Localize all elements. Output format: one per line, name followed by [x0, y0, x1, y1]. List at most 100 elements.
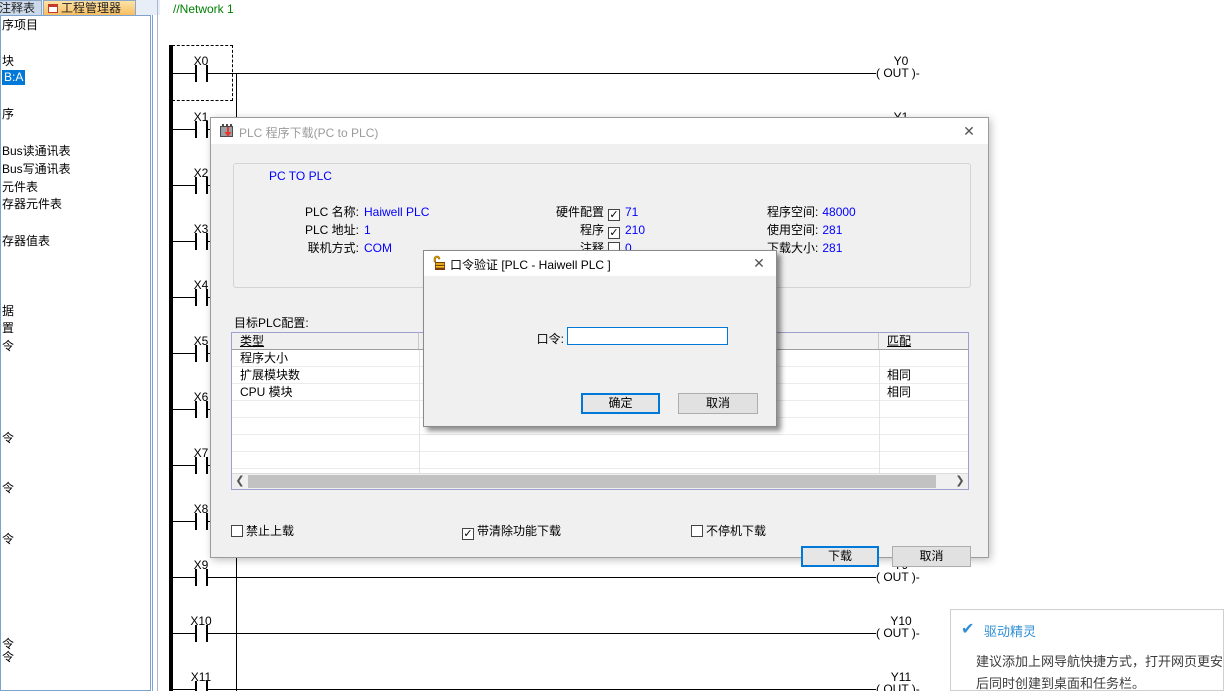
driver-genius-logo-icon: ✔	[961, 619, 974, 639]
download-option[interactable]: 不停机下载	[691, 523, 766, 539]
field-value: Haiwell PLC	[364, 205, 429, 219]
checkbox-checked[interactable]: ✓	[608, 227, 620, 239]
contact-label[interactable]: X10	[181, 614, 221, 628]
tree-item[interactable]: 置	[2, 321, 14, 336]
field-label: 使用空间:	[767, 223, 818, 237]
tree-item[interactable]: 令	[2, 650, 14, 665]
contact-gap	[197, 575, 206, 580]
tree-item[interactable]: 块	[2, 54, 14, 69]
check-label: 程序	[461, 222, 604, 238]
groupbox-label: PC TO PLC	[266, 169, 335, 183]
cell-match: 相同	[879, 367, 968, 383]
scroll-right-icon[interactable]: ❯	[952, 474, 968, 489]
password-dialog-body: 口令: 确定 取消	[424, 276, 776, 426]
notification-text-line1: 建议添加上网导航快捷方式，打开网页更安全快	[976, 651, 1224, 670]
plc-info-row: 联机方式: COM	[281, 240, 392, 256]
rung-wire	[173, 577, 876, 578]
tree-item[interactable]: 令	[2, 339, 14, 354]
panel-splitter[interactable]	[157, 0, 158, 691]
tree-item[interactable]: 序项目	[2, 18, 38, 33]
download-dialog-icon	[219, 123, 235, 139]
panel-border	[152, 15, 153, 691]
coil-out-symbol[interactable]: ( OUT )-	[876, 66, 930, 80]
coil-out-symbol[interactable]: ( OUT )-	[876, 626, 930, 640]
tree-item[interactable]: 令	[2, 532, 14, 547]
close-icon[interactable]: ✕	[958, 122, 980, 140]
contact-label[interactable]: X0	[181, 54, 221, 68]
cell-match	[879, 452, 968, 468]
download-dialog-titlebar[interactable]: PLC 程序下载(PC to PLC) ✕	[211, 118, 988, 144]
contact-gap	[197, 519, 206, 524]
tree-item[interactable]: 令	[2, 431, 14, 446]
contact-gap	[197, 351, 206, 356]
space-info-row: 使用空间:281	[767, 222, 842, 238]
field-label: PLC 地址:	[281, 222, 359, 238]
checkbox-unchecked[interactable]	[231, 525, 243, 537]
contact-label[interactable]: X9	[181, 558, 221, 572]
ok-button[interactable]: 确定	[581, 393, 660, 414]
field-value: 48000	[822, 205, 855, 219]
password-input[interactable]	[567, 327, 728, 345]
download-option[interactable]: 禁止上载	[231, 523, 294, 539]
scrollbar-thumb[interactable]	[248, 475, 936, 488]
checkbox-checked[interactable]: ✓	[462, 528, 474, 540]
tree-item[interactable]: 元件表	[2, 180, 38, 195]
contact-gap	[197, 463, 206, 468]
cancel-button[interactable]: 取消	[678, 393, 758, 414]
download-cancel-button[interactable]: 取消	[892, 546, 971, 567]
cell-match: 相同	[879, 384, 968, 400]
cell-type: 程序大小	[232, 350, 419, 366]
column-header-type[interactable]: 类型	[232, 333, 419, 349]
password-label: 口令:	[504, 330, 564, 347]
table-row[interactable]	[232, 452, 968, 469]
tree-item[interactable]: 存器值表	[2, 234, 50, 249]
field-label: PLC 名称:	[281, 204, 359, 220]
field-value: COM	[364, 241, 392, 255]
contact-gap	[197, 407, 206, 412]
plc-info-row: PLC 地址:1	[281, 222, 371, 238]
tree-item[interactable]: Bus读通讯表	[2, 144, 71, 159]
contact-gap	[197, 631, 206, 636]
tree-item[interactable]: 序	[2, 107, 14, 122]
cell-type: CPU 模块	[232, 384, 419, 400]
tab-comment-table[interactable]: 注释表	[0, 0, 42, 15]
cell-match	[879, 401, 968, 417]
plc-info-row: PLC 名称: Haiwell PLC	[281, 204, 429, 220]
horizontal-scrollbar[interactable]: ❮ ❯	[232, 473, 968, 489]
download-option[interactable]: ✓带清除功能下载	[462, 523, 561, 539]
table-row[interactable]	[232, 435, 968, 452]
contact-gap	[197, 183, 206, 188]
driver-genius-notification[interactable]: ✔ 驱动精灵 建议添加上网导航快捷方式，打开网页更安全快 后同时创建到桌面和任务…	[950, 609, 1224, 691]
tree-item[interactable]: Bus写通讯表	[2, 162, 71, 177]
cell-match	[879, 418, 968, 434]
network-comment: //Network 1	[173, 2, 234, 16]
tree-item[interactable]: 令	[2, 481, 14, 496]
checkbox-unchecked[interactable]	[691, 525, 703, 537]
tab-project-manager[interactable]: 工程管理器	[43, 0, 136, 15]
sidebar-tabbar: 注释表 工程管理器	[0, 0, 160, 15]
field-label: 联机方式:	[281, 240, 359, 256]
column-header-match[interactable]: 匹配	[879, 333, 968, 349]
check-value: 71	[625, 205, 638, 219]
notification-text-line2: 后同时创建到桌面和任务栏。	[976, 673, 1145, 691]
tree-item[interactable]: 存器元件表	[2, 197, 62, 212]
download-button[interactable]: 下载	[801, 546, 879, 567]
rung-wire	[173, 689, 876, 690]
coil-out-symbol[interactable]: ( OUT )-	[876, 570, 930, 584]
contact-label[interactable]: X11	[181, 670, 221, 684]
option-label: 不停机下载	[706, 524, 766, 538]
close-icon[interactable]: ✕	[748, 254, 770, 272]
download-dialog-title: PLC 程序下载(PC to PLC)	[239, 124, 378, 141]
option-label: 带清除功能下载	[477, 524, 561, 538]
rung-wire	[173, 633, 876, 634]
tree-item[interactable]: B:A	[2, 70, 25, 85]
password-dialog-titlebar[interactable]: 口令验证 [PLC - Haiwell PLC ] ✕	[424, 251, 776, 276]
checkbox-checked[interactable]: ✓	[608, 209, 620, 221]
column-separator	[879, 350, 880, 473]
coil-out-symbol[interactable]: ( OUT )-	[876, 682, 930, 691]
tree-item[interactable]: 据	[2, 304, 14, 319]
contact-gap	[197, 295, 206, 300]
power-rail	[169, 45, 173, 691]
cell-type	[232, 452, 419, 468]
scroll-left-icon[interactable]: ❮	[232, 474, 248, 489]
